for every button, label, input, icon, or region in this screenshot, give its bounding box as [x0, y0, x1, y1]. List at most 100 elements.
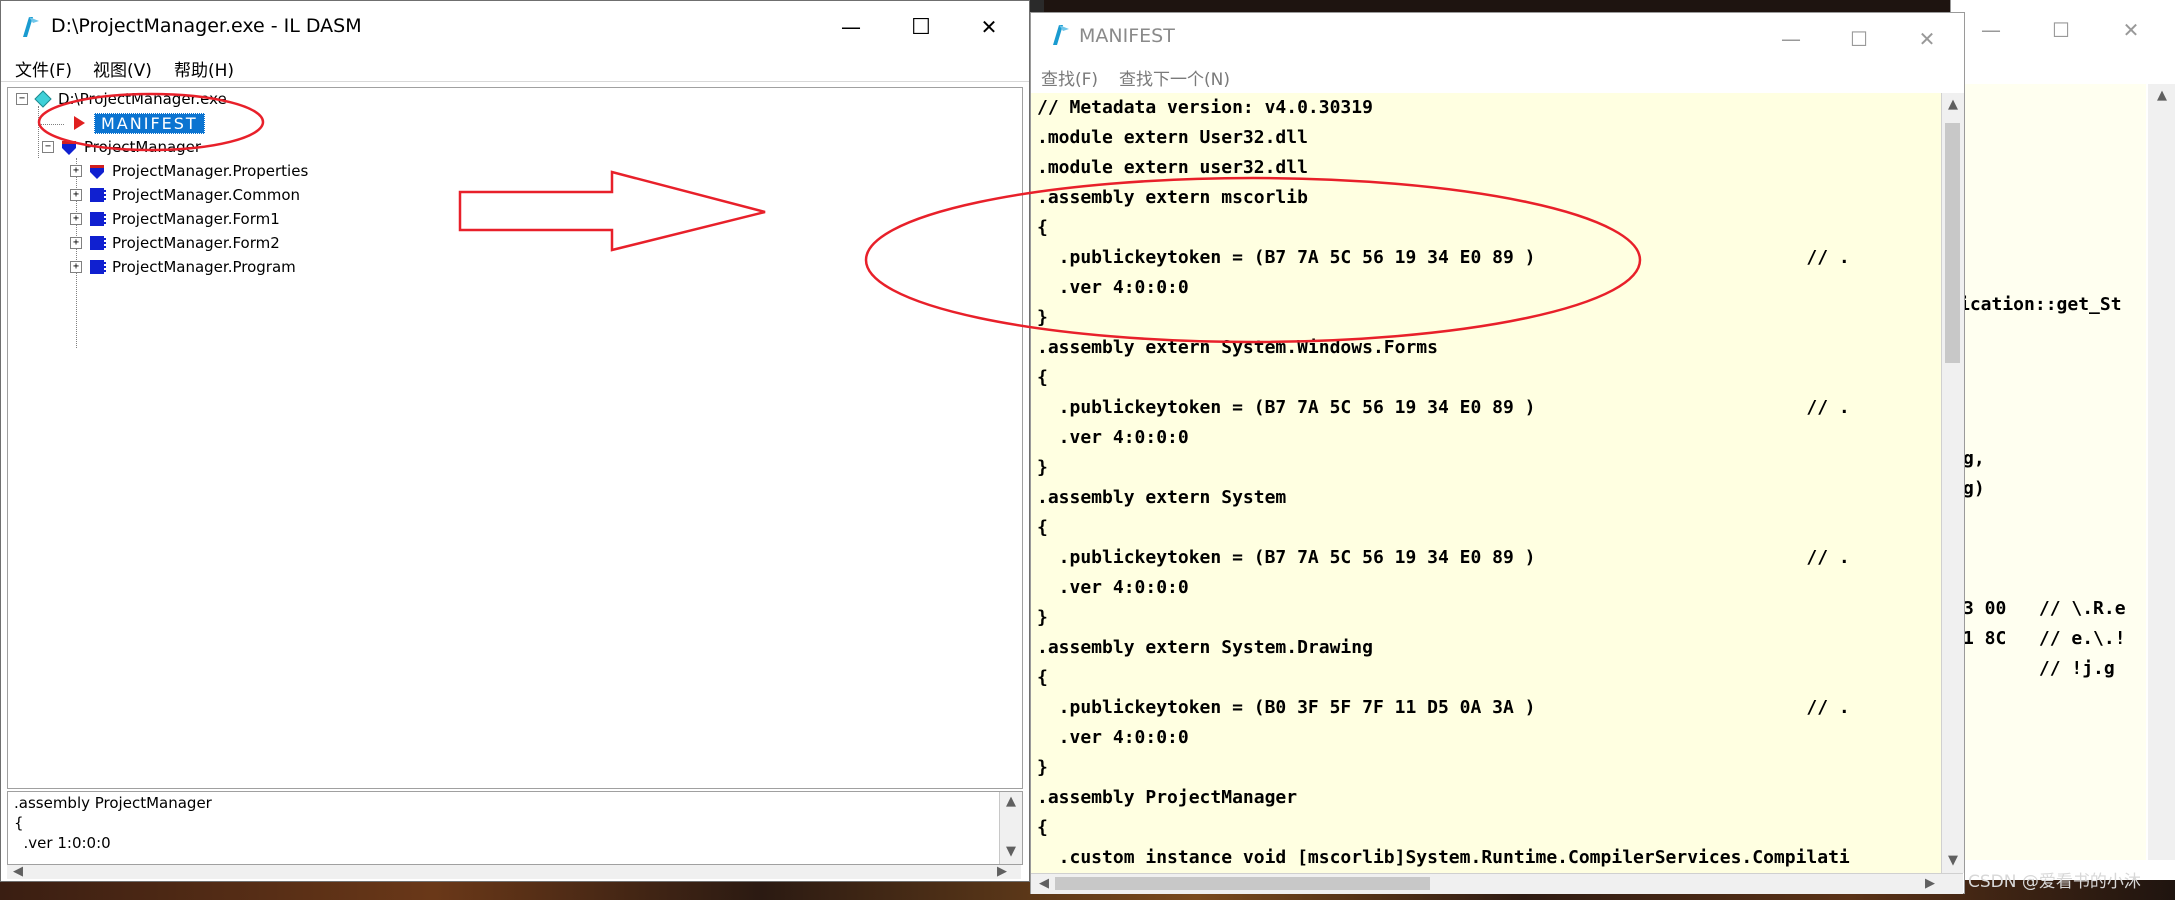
scroll-up-icon[interactable]: ▲: [1002, 794, 1020, 809]
tree-root[interactable]: − D:\ProjectManager.exe: [16, 88, 227, 110]
code-line: .ver 4:0:0:0: [1037, 277, 1189, 298]
vertical-scrollbar[interactable]: ▲ ▼: [1941, 93, 1964, 873]
code-line: .custom instance void [mscorlib]System.R…: [1037, 847, 1850, 868]
manifest-menubar: 查找(F) 查找下一个(N): [1031, 57, 1964, 93]
watermark: CSDN @爱看书的小沐: [1968, 872, 2141, 892]
menu-find-next[interactable]: 查找下一个(N): [1119, 65, 1230, 90]
menubar: 文件(F) 视图(V) 帮助(H): [1, 51, 1029, 82]
manifest-label: MANIFEST: [94, 112, 205, 134]
namespace-shield-icon: [90, 165, 104, 179]
expand-icon[interactable]: +: [70, 261, 82, 273]
code-line: {: [1037, 517, 1048, 538]
expand-icon[interactable]: +: [70, 213, 82, 225]
menu-find[interactable]: 查找(F): [1041, 65, 1098, 90]
info-vertical-scrollbar[interactable]: ▲ ▼: [999, 792, 1022, 864]
code-line: .publickeytoken = (B7 7A 5C 56 19 34 E0 …: [1037, 547, 1850, 568]
collapse-icon[interactable]: −: [42, 141, 54, 153]
code-line: .assembly extern mscorlib: [1037, 187, 1308, 208]
ildasm-app-icon: [23, 17, 39, 37]
code-line: {: [1037, 217, 1048, 238]
scroll-left-icon[interactable]: ◀: [1035, 876, 1053, 891]
background-window: — ☐ ✕ ication::get_St g, g) 3 00 // \.R.…: [1950, 0, 2175, 880]
code-line: .assembly extern System.Drawing: [1037, 637, 1373, 658]
background-code-area: ication::get_St g, g) 3 00 // \.R.e 1 8C…: [1951, 84, 2146, 860]
minimize-icon[interactable]: —: [1771, 21, 1811, 57]
code-line: .assembly extern System: [1037, 487, 1287, 508]
manifest-titlebar[interactable]: MANIFEST — ☐ ✕: [1031, 13, 1964, 63]
maximize-icon[interactable]: ☐: [901, 9, 941, 45]
class-label: ProjectManager.Form2: [112, 234, 280, 252]
manifest-title: MANIFEST: [1079, 25, 1175, 47]
tree-connector: [38, 124, 64, 125]
class-icon: [90, 260, 106, 274]
class-icon: [90, 236, 106, 250]
scroll-thumb[interactable]: [1945, 123, 1960, 363]
background-titlebar: — ☐ ✕: [1951, 0, 2175, 60]
menu-view[interactable]: 视图(V): [93, 56, 152, 81]
bg-fragment: // !j.g: [1963, 658, 2115, 679]
scroll-left-icon[interactable]: ◀: [9, 864, 27, 879]
tree-item-class[interactable]: + ProjectManager.Form1: [70, 208, 280, 230]
bg-fragment: g): [1963, 478, 1985, 499]
namespace-shield-icon: [62, 141, 76, 155]
code-line: .ver 4:0:0:0: [1037, 727, 1189, 748]
horizontal-scrollbar[interactable]: ◀ ▶: [7, 864, 1021, 879]
menu-help[interactable]: 帮助(H): [174, 56, 234, 81]
bg-maximize-icon[interactable]: ☐: [2041, 12, 2081, 48]
scroll-right-icon[interactable]: ▶: [993, 864, 1011, 879]
info-line: {: [14, 814, 24, 832]
code-line: .publickeytoken = (B7 7A 5C 56 19 34 E0 …: [1037, 397, 1850, 418]
class-icon: [90, 188, 106, 202]
tree-item-class[interactable]: + ProjectManager.Program: [70, 256, 296, 278]
window-title: D:\ProjectManager.exe - IL DASM: [51, 15, 362, 37]
maximize-icon[interactable]: ☐: [1839, 21, 1879, 57]
tree-item-class[interactable]: + ProjectManager.Common: [70, 184, 300, 206]
tree-item-manifest[interactable]: MANIFEST: [70, 112, 205, 134]
code-line: }: [1037, 607, 1048, 628]
class-label: ProjectManager.Program: [112, 258, 296, 276]
assembly-diamond-icon: [34, 90, 52, 108]
bg-minimize-icon[interactable]: —: [1971, 12, 2011, 48]
info-line: .assembly ProjectManager: [14, 794, 212, 812]
bg-fragment: 3 00 // \.R.e: [1963, 598, 2126, 619]
collapse-icon[interactable]: −: [16, 93, 28, 105]
annotation-arrow: [458, 170, 766, 252]
scroll-down-icon[interactable]: ▼: [1002, 844, 1020, 859]
expand-icon[interactable]: +: [70, 237, 82, 249]
code-line: .ver 4:0:0:0: [1037, 427, 1189, 448]
tree-item-class[interactable]: + ProjectManager.Properties: [70, 160, 308, 182]
tree-item-namespace[interactable]: − ProjectManager: [42, 136, 201, 158]
class-label: ProjectManager.Properties: [112, 162, 309, 180]
menu-file[interactable]: 文件(F): [15, 56, 72, 81]
bg-fragment: ication::get_St: [1959, 294, 2122, 315]
ildasm-window: D:\ProjectManager.exe - IL DASM — ☐ ✕ 文件…: [0, 0, 1030, 882]
code-line: // Metadata version: v4.0.30319: [1037, 97, 1373, 118]
bg-close-icon[interactable]: ✕: [2111, 12, 2151, 48]
tree-connector: [38, 106, 39, 158]
scroll-down-icon[interactable]: ▼: [1944, 853, 1962, 868]
scroll-up-icon[interactable]: ▲: [2153, 88, 2171, 103]
expand-icon[interactable]: +: [70, 165, 82, 177]
code-line: {: [1037, 817, 1048, 838]
code-line: }: [1037, 757, 1048, 778]
expand-icon[interactable]: +: [70, 189, 82, 201]
scroll-thumb[interactable]: [1055, 877, 1430, 890]
horizontal-scrollbar[interactable]: ◀ ▶: [1031, 873, 1963, 894]
close-icon[interactable]: ✕: [1907, 21, 1947, 57]
class-label: ProjectManager.Common: [112, 186, 301, 204]
bg-vertical-scrollbar[interactable]: ▲: [2148, 84, 2175, 860]
scroll-right-icon[interactable]: ▶: [1921, 876, 1939, 891]
bg-fragment: g,: [1963, 448, 1985, 469]
scroll-up-icon[interactable]: ▲: [1944, 97, 1962, 112]
code-line: }: [1037, 457, 1048, 478]
code-line: .publickeytoken = (B0 3F 5F 7F 11 D5 0A …: [1037, 697, 1850, 718]
close-icon[interactable]: ✕: [969, 9, 1009, 45]
info-line: .ver 1:0:0:0: [14, 834, 111, 852]
code-line: .assembly ProjectManager: [1037, 787, 1298, 808]
manifest-code-area[interactable]: // Metadata version: v4.0.30319 .module …: [1031, 93, 1941, 873]
minimize-icon[interactable]: —: [831, 9, 871, 45]
info-pane: .assembly ProjectManager { .ver 1:0:0:0 …: [7, 791, 1023, 865]
ildasm-titlebar[interactable]: D:\ProjectManager.exe - IL DASM — ☐ ✕: [1, 1, 1029, 51]
code-line: .assembly extern System.Windows.Forms: [1037, 337, 1438, 358]
tree-item-class[interactable]: + ProjectManager.Form2: [70, 232, 280, 254]
